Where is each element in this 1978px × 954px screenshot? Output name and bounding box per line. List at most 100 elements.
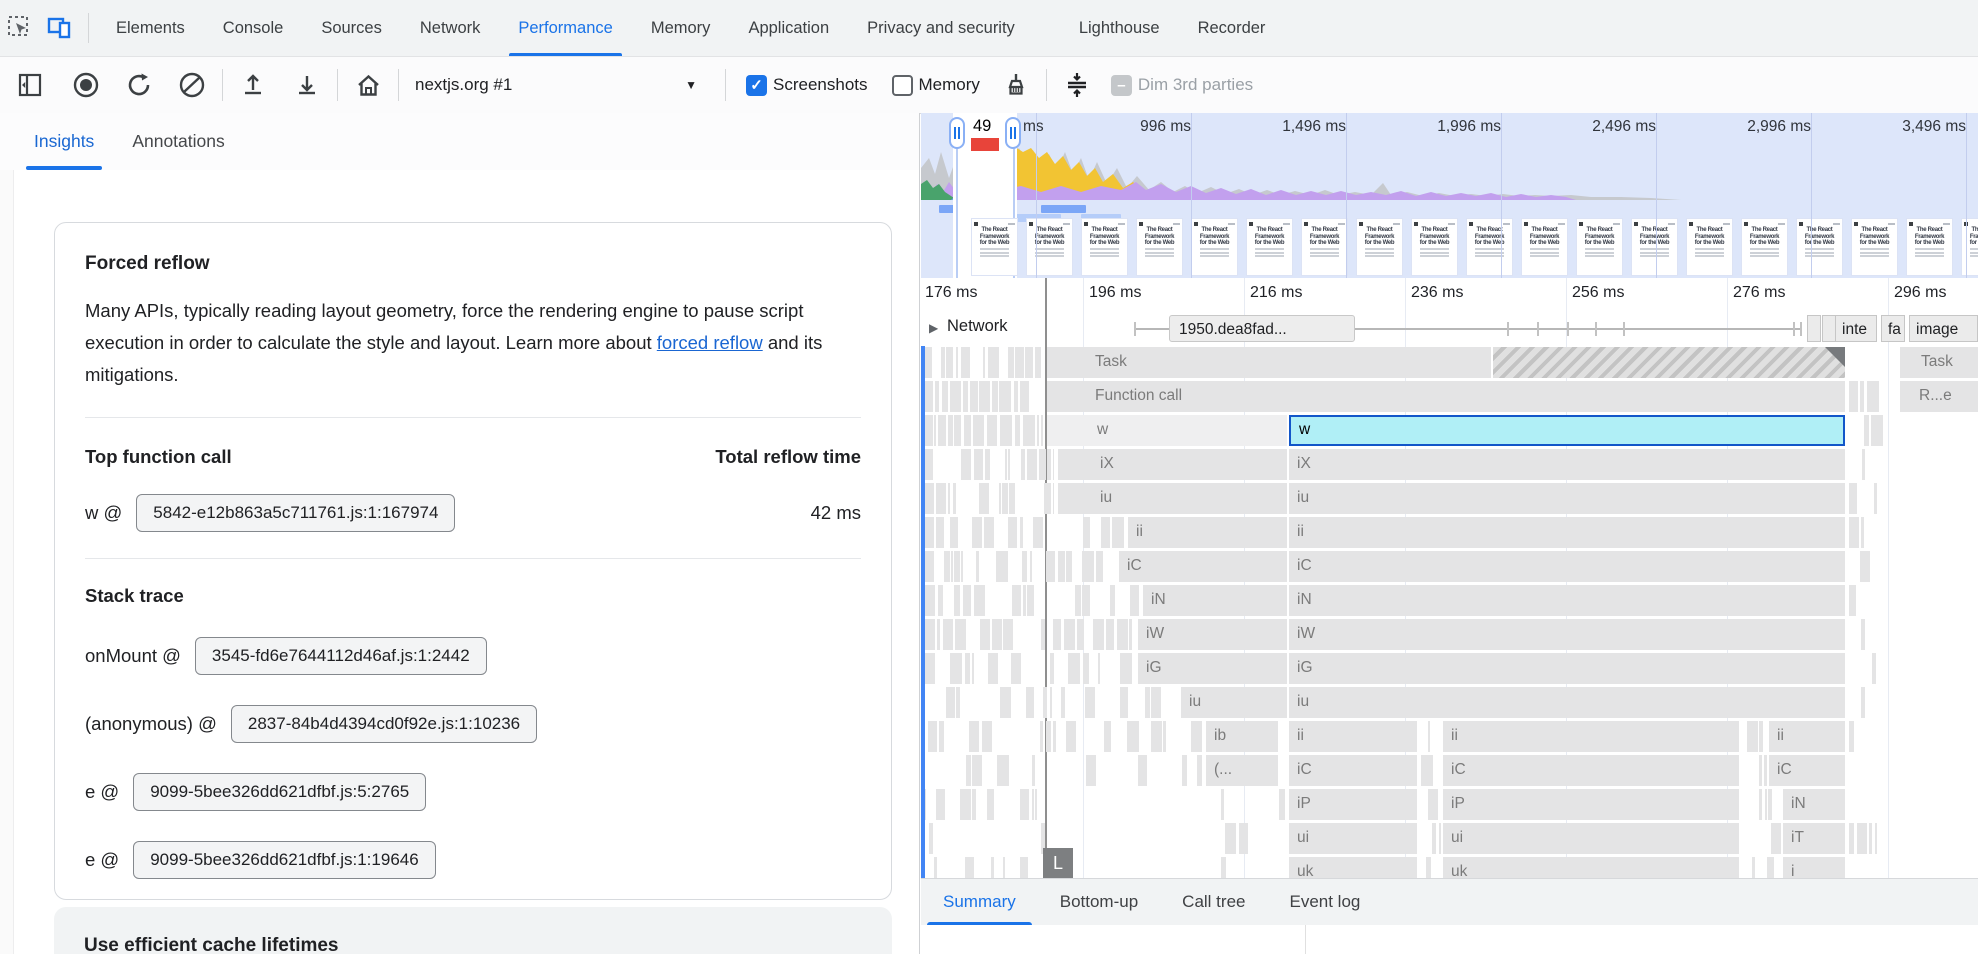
- screenshots-checkbox[interactable]: ✓: [746, 75, 767, 96]
- network-request-fragment[interactable]: [1807, 315, 1821, 342]
- forced-reflow-card[interactable]: Forced reflow Many APIs, typically readi…: [54, 222, 892, 900]
- flame-bar[interactable]: iC: [1289, 755, 1417, 786]
- tab-privacy-and-security[interactable]: Privacy and security: [848, 0, 1034, 56]
- flame-bar[interactable]: ib: [1206, 721, 1278, 752]
- tab-console[interactable]: Console: [204, 0, 303, 56]
- source-location-link[interactable]: 9099-5bee326dd621dfbf.js:1:19646: [133, 841, 435, 879]
- screenshot-thumbnail[interactable]: The ReactFrameworkfor the Web: [1686, 218, 1733, 276]
- tab-call-tree[interactable]: Call tree: [1160, 879, 1267, 925]
- screenshot-thumbnail[interactable]: The ReactFrameworkfor the Web: [1246, 218, 1293, 276]
- flame-bar[interactable]: (...: [1206, 755, 1278, 786]
- flame-bar[interactable]: iP: [1289, 789, 1417, 820]
- tab-event-log[interactable]: Event log: [1267, 879, 1382, 925]
- flame-bar[interactable]: ii: [1769, 721, 1845, 752]
- tab-summary[interactable]: Summary: [921, 879, 1038, 925]
- tab-recorder[interactable]: Recorder: [1179, 0, 1285, 56]
- flame-bar-selected[interactable]: w: [1289, 415, 1845, 446]
- toggle-device-toolbar-button[interactable]: [40, 8, 80, 48]
- flame-bar[interactable]: iW: [1138, 619, 1287, 650]
- network-track[interactable]: ▶ Network 1950.dea8fad... intefaimage: [921, 312, 1978, 346]
- inspect-element-button[interactable]: [0, 8, 40, 48]
- save-profile-button[interactable]: [287, 65, 327, 105]
- network-request[interactable]: 1950.dea8fad...: [1169, 315, 1355, 342]
- record-and-reload-button[interactable]: [120, 65, 160, 105]
- flame-bar[interactable]: ii: [1128, 517, 1287, 548]
- flame-bar[interactable]: iW: [1289, 619, 1845, 650]
- flame-bar[interactable]: w: [1047, 415, 1287, 446]
- source-location-link[interactable]: 2837-84b4d4394cd0f92e.js:1:10236: [231, 705, 537, 743]
- flame-bar[interactable]: ii: [1289, 721, 1417, 752]
- flame-bar[interactable]: iP: [1443, 789, 1739, 820]
- screenshot-thumbnail[interactable]: The ReactFrameworkfor the Web: [1741, 218, 1788, 276]
- timeline-overview[interactable]: The ReactFrameworkfor the WebThe ReactFr…: [921, 113, 1978, 279]
- flame-bar[interactable]: Task: [1900, 347, 1978, 378]
- tab-lighthouse[interactable]: Lighthouse: [1060, 0, 1179, 56]
- screenshot-thumbnail[interactable]: The ReactFrameworkfor the Web: [1631, 218, 1678, 276]
- flame-bar[interactable]: iC: [1119, 551, 1287, 582]
- disclosure-triangle-icon[interactable]: ▶: [929, 321, 938, 335]
- flame-bar[interactable]: iu: [1289, 687, 1845, 718]
- flame-bar[interactable]: iG: [1138, 653, 1287, 684]
- flame-bar[interactable]: uk: [1289, 857, 1417, 878]
- network-request[interactable]: image: [1909, 315, 1978, 342]
- cache-lifetimes-card[interactable]: Use efficient cache lifetimes: [54, 907, 892, 954]
- screenshot-thumbnail[interactable]: The ReactFrameworkfor the Web: [1576, 218, 1623, 276]
- flame-bar[interactable]: iX: [1289, 449, 1845, 480]
- tab-network[interactable]: Network: [401, 0, 500, 56]
- screenshot-thumbnail[interactable]: The ReactFrameworkfor the Web: [1081, 218, 1128, 276]
- screenshot-thumbnail[interactable]: The ReactFrameworkfor the Web: [1961, 218, 1978, 276]
- screenshot-thumbnail[interactable]: The ReactFrameworkfor the Web: [1466, 218, 1513, 276]
- flame-bar[interactable]: [1493, 347, 1845, 378]
- flame-bar[interactable]: iC: [1289, 551, 1845, 582]
- network-request[interactable]: inte: [1835, 315, 1877, 342]
- flame-bar[interactable]: ui: [1289, 823, 1417, 854]
- selection-handle-right[interactable]: [1005, 117, 1021, 149]
- clear-recording-button[interactable]: [172, 65, 212, 105]
- load-profile-button[interactable]: [233, 65, 273, 105]
- tab-performance[interactable]: Performance: [499, 0, 631, 56]
- flame-bar[interactable]: iu: [1058, 483, 1287, 514]
- flame-bar[interactable]: iG: [1289, 653, 1845, 684]
- source-location-link[interactable]: 5842-e12b863a5c711761.js:1:167974: [136, 494, 455, 532]
- screenshot-thumbnail[interactable]: The ReactFrameworkfor the Web: [1796, 218, 1843, 276]
- network-request[interactable]: fa: [1881, 315, 1905, 342]
- history-select[interactable]: nextjs.org #1 ▼: [415, 75, 715, 95]
- screenshot-thumbnail[interactable]: The ReactFrameworkfor the Web: [1191, 218, 1238, 276]
- flame-bar[interactable]: iX: [1058, 449, 1287, 480]
- flame-bar[interactable]: uk: [1443, 857, 1739, 878]
- screenshot-thumbnail[interactable]: The ReactFrameworkfor the Web: [1136, 218, 1183, 276]
- screenshot-thumbnail[interactable]: The ReactFrameworkfor the Web: [1356, 218, 1403, 276]
- flame-bar[interactable]: iC: [1443, 755, 1739, 786]
- tab-application[interactable]: Application: [729, 0, 848, 56]
- tab-insights[interactable]: Insights: [30, 113, 98, 170]
- toggle-sidebar-button[interactable]: [10, 65, 50, 105]
- record-button[interactable]: [66, 65, 106, 105]
- live-metrics-button[interactable]: [348, 65, 388, 105]
- memory-checkbox[interactable]: [892, 75, 913, 96]
- tab-memory[interactable]: Memory: [632, 0, 730, 56]
- flame-bar[interactable]: iu: [1181, 687, 1287, 718]
- tab-elements[interactable]: Elements: [97, 0, 204, 56]
- flame-bar[interactable]: ui: [1443, 823, 1739, 854]
- collapse-flame-button[interactable]: [1057, 65, 1097, 105]
- screenshot-thumbnail[interactable]: The ReactFrameworkfor the Web: [1301, 218, 1348, 276]
- source-location-link[interactable]: 3545-fd6e7644112d46af.js:1:2442: [195, 637, 487, 675]
- flame-bar[interactable]: R...e: [1900, 381, 1978, 412]
- screenshot-thumbnail[interactable]: The ReactFrameworkfor the Web: [1521, 218, 1568, 276]
- tab-annotations[interactable]: Annotations: [128, 113, 228, 170]
- selection-handle-left[interactable]: [949, 117, 965, 149]
- flame-bar[interactable]: iT: [1783, 823, 1845, 854]
- flame-bar[interactable]: ii: [1289, 517, 1845, 548]
- source-location-link[interactable]: 9099-5bee326dd621dfbf.js:5:2765: [133, 773, 426, 811]
- tab-bottom-up[interactable]: Bottom-up: [1038, 879, 1160, 925]
- screenshot-thumbnail[interactable]: The ReactFrameworkfor the Web: [971, 218, 1018, 276]
- flame-bar[interactable]: Function call: [1047, 381, 1845, 412]
- flame-bar[interactable]: iN: [1289, 585, 1845, 616]
- screenshot-thumbnail[interactable]: The ReactFrameworkfor the Web: [1906, 218, 1953, 276]
- flame-bar[interactable]: Task: [1047, 347, 1491, 378]
- flame-bar[interactable]: iC: [1769, 755, 1845, 786]
- main-thread-flame-chart[interactable]: TaskTaskFunction callR...ewwiXiXiuiuiiii…: [921, 346, 1978, 878]
- flame-bar[interactable]: iN: [1783, 789, 1845, 820]
- screenshot-thumbnail[interactable]: The ReactFrameworkfor the Web: [1026, 218, 1073, 276]
- tab-sources[interactable]: Sources: [302, 0, 401, 56]
